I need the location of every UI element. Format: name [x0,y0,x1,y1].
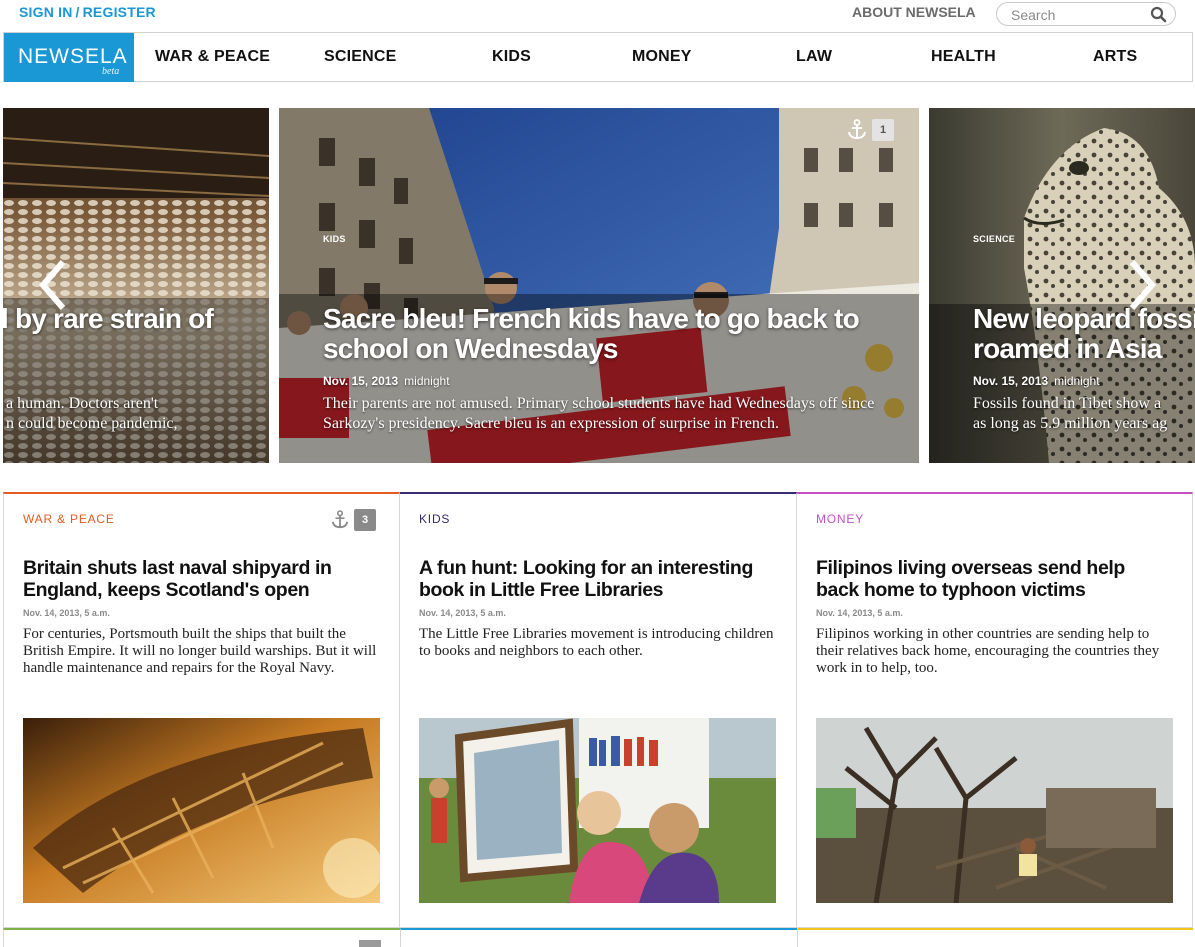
card-date: Nov. 14, 2013, 5 a.m. [419,608,506,618]
anchor-count: 1 [872,119,894,141]
slide-description-line: a human. Doctors aren't [6,395,159,412]
nav-item-kids[interactable]: KIDS [492,48,531,66]
slide-description: Their parents are not amused. Primary sc… [323,395,875,432]
anchor-badge[interactable]: 3 [331,509,376,531]
slide-time: midnight [404,374,450,388]
chevron-left-icon[interactable] [37,258,67,312]
slide-title[interactable]: l by rare strain of [3,304,214,334]
slide-title-line[interactable]: New leopard fossi [973,304,1195,334]
card-description: For centuries, Portsmouth built the ship… [23,626,377,676]
free-library-photo[interactable] [419,718,776,903]
nav-item-health[interactable]: HEALTH [931,48,996,66]
card-date: Nov. 14, 2013, 5 a.m. [816,608,903,618]
anchor-icon [848,119,866,140]
slide-description-line: as long as 5.9 million years ag [973,415,1168,432]
chevron-right-icon[interactable] [1128,258,1158,312]
card-description: The Little Free Libraries movement is in… [419,626,774,659]
sign-in-link[interactable]: SIGN IN [19,4,73,20]
anchor-count-peek [359,940,381,947]
typhoon-damage-photo[interactable] [816,718,1173,903]
card-category[interactable]: WAR & PEACE [23,512,115,526]
search-icon[interactable] [1150,6,1167,23]
nav-item-money[interactable]: MONEY [632,48,692,66]
anchor-count: 3 [354,509,376,531]
shipyard-photo-graphic [23,718,380,903]
logo-beta-tag: beta [102,66,120,77]
slide-description-line: n could become pandemic, [6,415,178,432]
account-links: SIGN IN / REGISTER [19,4,156,20]
slide-title-line[interactable]: Sacre bleu! French kids have to go back … [323,304,860,334]
slide-time: midnight [1054,374,1100,388]
account-separator: / [75,4,80,20]
card-title[interactable]: Filipinos living overseas send help back… [816,557,1156,601]
article-card[interactable]: KIDS A fun hunt: Looking for an interest… [400,492,797,928]
slide-category-tag[interactable]: KIDS [323,234,346,244]
typhoon-damage-photo-graphic [816,718,1173,903]
newsela-logo[interactable]: NEWSELA beta [4,33,134,82]
main-nav: NEWSELA beta WAR & PEACE SCIENCE KIDS MO… [3,32,1193,82]
search-box[interactable] [996,2,1176,26]
slide-title-line[interactable]: roamed in Asia [973,334,1162,364]
nav-item-war-peace[interactable]: WAR & PEACE [155,48,270,66]
article-card[interactable]: MONEY Filipinos living overseas send hel… [797,492,1193,928]
slide-date: Nov. 15, 2013 [323,374,399,388]
card-description: Filipinos working in other countries are… [816,626,1160,676]
slide-description-line: Fossils found in Tibet show a [973,395,1162,412]
carousel-slide-current[interactable]: KIDS Sacre bleu! French kids have to go … [279,108,919,463]
card-date: Nov. 14, 2013, 5 a.m. [23,608,110,618]
about-link[interactable]: ABOUT NEWSELA [852,4,976,20]
search-input[interactable] [1011,6,1141,23]
article-card[interactable]: WAR & PEACE 3 Britain shuts last naval s… [3,492,400,928]
slide-meta: Nov. 15, 2013 midnight [323,374,450,388]
anchor-icon [331,510,349,529]
next-row-card[interactable] [400,928,797,947]
card-category[interactable]: MONEY [816,512,864,526]
next-row-card[interactable] [797,928,1193,947]
shipyard-photo[interactable] [23,718,380,903]
next-row-card[interactable] [3,928,400,947]
card-title[interactable]: A fun hunt: Looking for an interesting b… [419,557,759,601]
free-library-photo-graphic [419,718,776,903]
nav-item-arts[interactable]: ARTS [1093,48,1137,66]
slide-title-line[interactable]: school on Wednesdays [323,334,618,364]
top-utility-bar: SIGN IN / REGISTER ABOUT NEWSELA [0,0,1195,32]
nav-item-law[interactable]: LAW [796,48,832,66]
nav-item-science[interactable]: SCIENCE [324,48,397,66]
anchor-badge[interactable]: 1 [847,119,894,141]
card-category[interactable]: KIDS [419,512,450,526]
slide-date: Nov. 15, 2013 [973,374,1049,388]
register-link[interactable]: REGISTER [83,4,156,20]
slide-category-tag[interactable]: SCIENCE [973,234,1015,244]
card-title[interactable]: Britain shuts last naval shipyard in Eng… [23,557,363,601]
slide-meta: Nov. 15, 2013 midnight [973,374,1100,388]
